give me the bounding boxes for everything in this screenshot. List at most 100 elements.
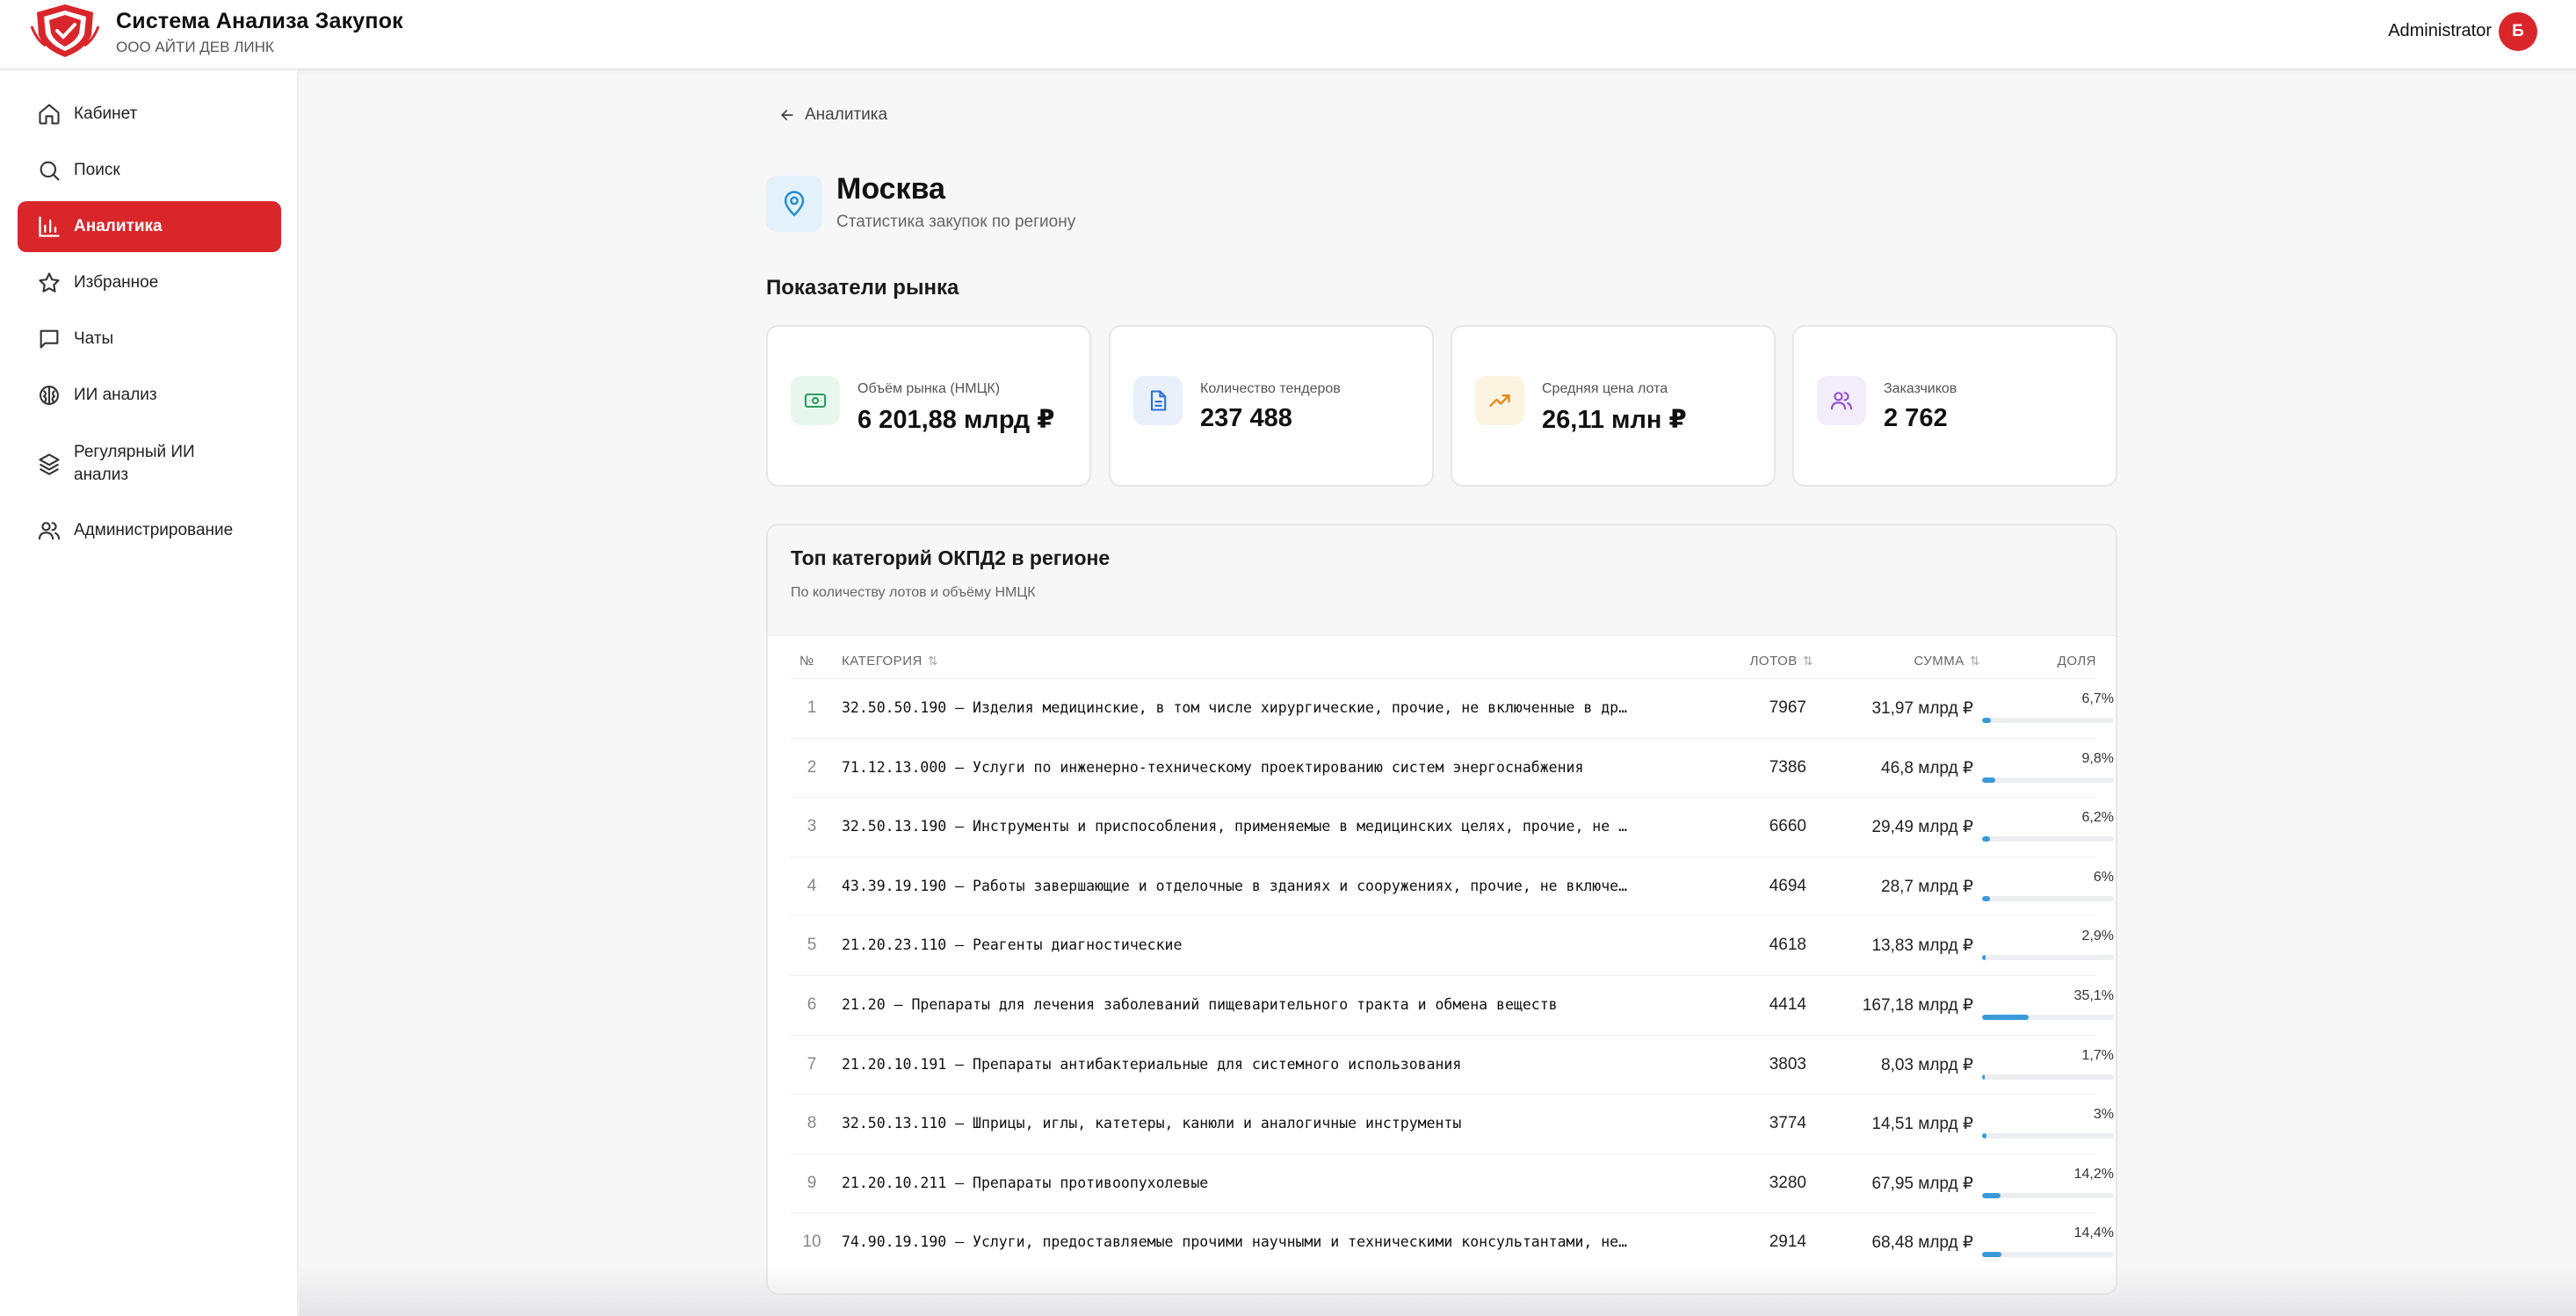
- table-row[interactable]: 4 43.39.19.190 — Работы завершающие и отд…: [791, 856, 2114, 916]
- row-number: 10: [802, 1233, 821, 1252]
- share-bar-track: [1982, 1133, 2114, 1139]
- back-link-label: Аналитика: [805, 105, 888, 124]
- row-number: 9: [807, 1173, 817, 1192]
- sidebar-item-administration[interactable]: Администрирование: [18, 505, 281, 556]
- row-number: 6: [807, 995, 817, 1014]
- sidebar-item-cabinet[interactable]: Кабинет: [18, 89, 281, 140]
- money-icon: [791, 376, 840, 425]
- category-name[interactable]: 32.50.13.190 — Инструменты и приспособле…: [842, 818, 1676, 835]
- share-bar-track: [1982, 1252, 2114, 1258]
- column-header-lots[interactable]: ЛОТОВ ⇅: [1717, 654, 1813, 669]
- share-bar-track: [1982, 1074, 2114, 1080]
- sort-icon[interactable]: ⇅: [1970, 654, 1980, 669]
- lots-count: 6660: [1769, 817, 1806, 836]
- row-number: 3: [807, 817, 817, 836]
- sum-value: 8,03 млрд ₽: [1881, 1055, 1973, 1074]
- column-header-label: ДОЛЯ: [2057, 654, 2096, 669]
- stat-card-customers: Заказчиков 2 762: [1792, 325, 2117, 487]
- share-bar-fill: [1982, 1192, 2001, 1198]
- category-name[interactable]: 71.12.13.000 — Услуги по инженерно-техни…: [842, 759, 1676, 776]
- stat-label: Средняя цена лота: [1542, 381, 1668, 396]
- column-header-label: ЛОТОВ: [1749, 654, 1798, 669]
- column-header-sum[interactable]: СУММА ⇅: [1866, 654, 1980, 669]
- stat-card-market-volume: Объём рынка (НМЦК) 6 201,88 млрд ₽: [766, 325, 1091, 487]
- share-bar-fill: [1982, 777, 1995, 783]
- table-row[interactable]: 5 21.20.23.110 — Реагенты диагностические…: [791, 915, 2114, 975]
- sum-value: 29,49 млрд ₽: [1871, 818, 1973, 837]
- sidebar-item-label: Регулярный ИИ анализ: [74, 443, 195, 484]
- logo-icon[interactable]: [28, 2, 102, 60]
- category-name[interactable]: 74.90.19.190 — Услуги, предоставляемые п…: [842, 1233, 1676, 1250]
- table-row[interactable]: 3 32.50.13.190 — Инструменты и приспособл…: [791, 797, 2114, 857]
- panel-title: Топ категорий ОКПД2 в регионе: [791, 546, 1111, 569]
- table-row[interactable]: 1 32.50.50.190 — Изделия медицинские, в т…: [791, 678, 2114, 738]
- sidebar-item-ai-analysis[interactable]: ИИ анализ: [18, 370, 281, 421]
- category-name[interactable]: 32.50.50.190 — Изделия медицинские, в то…: [842, 699, 1676, 716]
- table-row[interactable]: 9 21.20.10.211 — Препараты противоопухоле…: [791, 1153, 2114, 1213]
- row-number: 4: [807, 876, 817, 895]
- sum-value: 68,48 млрд ₽: [1871, 1233, 1973, 1253]
- brain-icon: [40, 386, 59, 405]
- share-bar-track: [1982, 836, 2114, 842]
- column-header-category[interactable]: КАТЕГОРИЯ ⇅: [842, 654, 938, 669]
- share-cell: 9,8%: [1982, 751, 2114, 783]
- star-icon: [39, 272, 60, 293]
- share-percent: 6,7%: [2081, 691, 2114, 706]
- sidebar-item-favorites[interactable]: Избранное: [18, 257, 281, 308]
- layers-icon: [39, 453, 60, 475]
- back-link[interactable]: Аналитика: [778, 105, 887, 125]
- sum-value: 14,51 млрд ₽: [1871, 1115, 1973, 1134]
- lots-count: 4694: [1769, 876, 1806, 895]
- category-name[interactable]: 21.20.10.211 — Препараты противоопухолев…: [842, 1175, 1676, 1191]
- stat-label: Объём рынка (НМЦК): [857, 381, 1001, 396]
- sidebar-item-label: Кабинет: [74, 105, 138, 123]
- share-cell: 14,2%: [1982, 1167, 2114, 1198]
- lots-count: 7386: [1769, 757, 1806, 777]
- table-row[interactable]: 6 21.20 — Препараты для лечения заболеван…: [791, 975, 2114, 1035]
- sidebar-item-regular-ai-analysis[interactable]: Регулярный ИИ анализ: [18, 432, 281, 495]
- column-header-label: СУММА: [1914, 654, 1965, 669]
- sidebar-item-search[interactable]: Поиск: [18, 145, 281, 196]
- market-section-title: Показатели рынка: [766, 276, 959, 300]
- share-bar-track: [1982, 1192, 2114, 1198]
- sort-icon[interactable]: ⇅: [928, 654, 938, 669]
- sum-value: 46,8 млрд ₽: [1881, 758, 1973, 777]
- share-bar-fill: [1982, 1133, 1986, 1139]
- share-bar-fill: [1982, 955, 1986, 961]
- user-name[interactable]: Administrator: [2388, 21, 2492, 41]
- share-percent: 6,2%: [2081, 810, 2114, 826]
- table-row[interactable]: 8 32.50.13.110 — Шприцы, иглы, катетеры, …: [791, 1094, 2114, 1153]
- sum-value: 167,18 млрд ₽: [1862, 996, 1973, 1015]
- category-name[interactable]: 32.50.13.110 — Шприцы, иглы, катетеры, к…: [842, 1115, 1676, 1132]
- share-cell: 1,7%: [1982, 1048, 2114, 1080]
- category-name[interactable]: 43.39.19.190 — Работы завершающие и отде…: [842, 878, 1676, 894]
- panel-subtitle: По количеству лотов и объёму НМЦК: [791, 585, 1036, 600]
- share-cell: 2,9%: [1982, 929, 2114, 961]
- sidebar-item-label: Поиск: [74, 161, 120, 179]
- sort-icon[interactable]: ⇅: [1803, 654, 1813, 669]
- category-name[interactable]: 21.20.23.110 — Реагенты диагностические: [842, 936, 1676, 953]
- location-badge: [766, 176, 822, 232]
- sum-value: 31,97 млрд ₽: [1871, 699, 1973, 718]
- sum-value: 28,7 млрд ₽: [1881, 877, 1973, 896]
- table-row[interactable]: 7 21.20.10.191 — Препараты антибактериаль…: [791, 1034, 2114, 1095]
- table-row[interactable]: 10 74.90.19.190 — Услуги, предоставляемые…: [791, 1212, 2114, 1272]
- share-cell: 6,7%: [1982, 691, 2114, 723]
- avatar[interactable]: Б: [2499, 12, 2537, 51]
- category-name[interactable]: 21.20.10.191 — Препараты антибактериальн…: [842, 1056, 1676, 1073]
- sidebar-item-label: Чаты: [74, 329, 114, 348]
- sidebar-item-chats[interactable]: Чаты: [18, 314, 281, 365]
- arrow-left-icon: [780, 110, 793, 120]
- lots-count: 3280: [1769, 1173, 1806, 1192]
- sidebar-item-analytics[interactable]: Аналитика: [18, 201, 281, 252]
- share-bar-track: [1982, 777, 2114, 783]
- category-name[interactable]: 21.20 — Препараты для лечения заболевани…: [842, 996, 1676, 1013]
- app-title: Система Анализа Закупок: [116, 9, 403, 33]
- table-row[interactable]: 2 71.12.13.000 — Услуги по инженерно-техн…: [791, 737, 2114, 798]
- share-cell: 14,4%: [1982, 1226, 2114, 1258]
- sidebar-item-label: Администрирование: [74, 521, 234, 539]
- sidebar-item-label: ИИ анализ: [74, 386, 157, 404]
- top-bar: Система Анализа Закупок ООО АЙТИ ДЕВ ЛИН…: [0, 0, 2576, 70]
- share-bar-track: [1982, 718, 2114, 723]
- row-number: 7: [807, 1054, 817, 1074]
